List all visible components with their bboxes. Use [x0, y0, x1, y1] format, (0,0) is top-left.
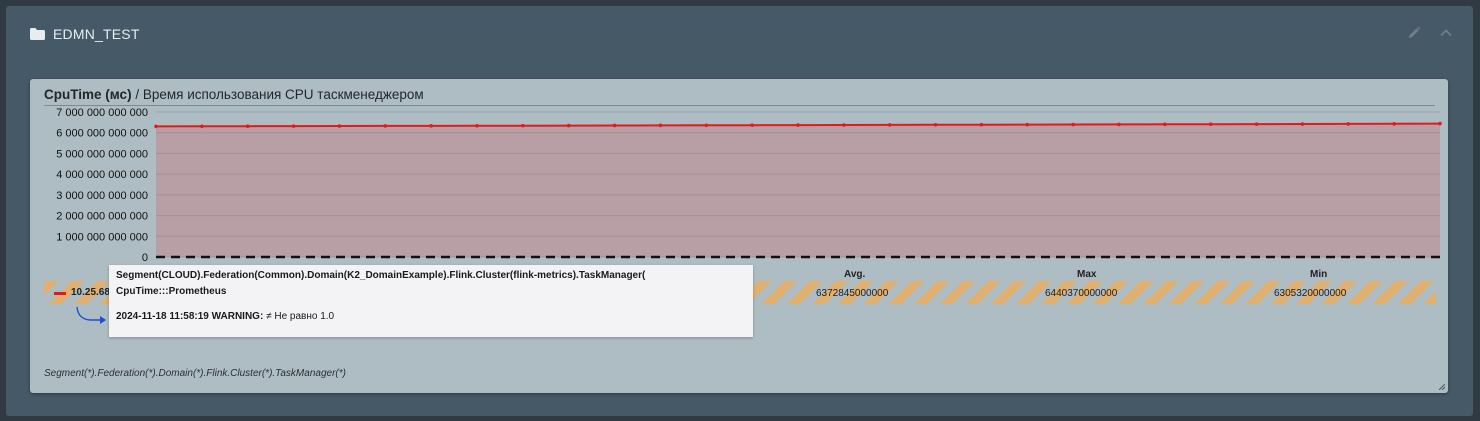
data-point[interactable]: [521, 123, 525, 128]
y-axis-ticks: 7 000 000 000 000 6 000 000 000 000 5 000 …: [56, 107, 148, 264]
tooltip-metric: CpuTime:::Prometheus: [116, 286, 227, 297]
group-title: EDMN_TEST: [53, 26, 140, 42]
data-point[interactable]: [933, 123, 938, 127]
data-point[interactable]: [612, 123, 617, 128]
data-point[interactable]: [1438, 121, 1442, 126]
data-point[interactable]: [704, 123, 709, 128]
data-point[interactable]: [1071, 122, 1075, 127]
y-tick-label: 4 000 000 000 000: [56, 169, 148, 181]
series-color-marker: [54, 292, 66, 295]
y-tick-label: 2 000 000 000 000: [56, 211, 148, 223]
legend-max-value: 6440370000000: [1045, 288, 1118, 299]
series-area: [156, 123, 1440, 257]
tooltip-warning-condition: ≠ Не равно 1.0: [263, 311, 335, 322]
panel-title-description: / Время использования CPU таскменеджером: [131, 87, 424, 102]
legend-min-value: 6305320000000: [1274, 288, 1347, 299]
data-point[interactable]: [750, 123, 754, 127]
tooltip-path-text: Segment(CLOUD).Federation(Common).Domain…: [116, 270, 646, 281]
col-header-min[interactable]: Min: [1310, 269, 1327, 280]
data-point[interactable]: [429, 124, 433, 128]
data-point[interactable]: [1208, 122, 1213, 127]
pencil-icon[interactable]: [1407, 26, 1421, 40]
data-point[interactable]: [1254, 122, 1259, 126]
metric-path-footer: Segment(*).Federation(*).Domain(*).Flink…: [44, 368, 346, 379]
data-point[interactable]: [566, 123, 571, 128]
data-point[interactable]: [154, 124, 158, 129]
group-header[interactable]: EDMN_TEST: [30, 26, 140, 42]
data-point[interactable]: [1300, 122, 1305, 126]
data-point[interactable]: [1392, 122, 1396, 126]
dashboard-group: EDMN_TEST CpuTime (мс) / Время использов…: [6, 6, 1473, 416]
legend-avg-value: 6372845000000: [816, 288, 889, 299]
data-point[interactable]: [887, 123, 892, 127]
data-point[interactable]: [200, 124, 204, 129]
y-tick-label: 7 000 000 000 000: [56, 107, 148, 119]
data-point[interactable]: [1346, 122, 1351, 126]
area-chart[interactable]: 7 000 000 000 000 6 000 000 000 000 5 000 …: [30, 106, 1448, 266]
chevron-up-icon[interactable]: [1439, 26, 1453, 40]
panel-title: CpuTime (мс) / Время использования CPU т…: [44, 87, 424, 102]
data-point[interactable]: [383, 124, 388, 128]
data-point[interactable]: [475, 123, 479, 128]
panel-title-metric: CpuTime (мс): [44, 87, 132, 102]
legend-series-name[interactable]: 10.25.68: [71, 287, 110, 298]
tooltip-pointer-arrow: [76, 306, 106, 324]
data-point[interactable]: [1025, 122, 1030, 127]
tooltip-warning: 2024-11-18 11:58:19 WARNING: ≠ Не равно …: [116, 311, 334, 322]
y-tick-label: 1 000 000 000 000: [56, 231, 148, 243]
data-point[interactable]: [245, 124, 250, 129]
chart-panel: CpuTime (мс) / Время использования CPU т…: [30, 79, 1448, 393]
y-tick-label: 6 000 000 000 000: [56, 128, 148, 140]
y-tick-label: 5 000 000 000 000: [56, 148, 148, 160]
col-header-max[interactable]: Max: [1077, 269, 1096, 280]
resize-handle-icon[interactable]: [1439, 384, 1445, 390]
folder-icon: [30, 28, 45, 40]
data-point[interactable]: [1117, 122, 1121, 127]
data-point[interactable]: [337, 124, 342, 128]
data-point[interactable]: [796, 123, 800, 127]
data-point[interactable]: [291, 124, 296, 128]
series-tooltip: Segment(CLOUD).Federation(Common).Domain…: [109, 265, 753, 337]
col-header-avg[interactable]: Avg.: [844, 269, 865, 280]
data-point[interactable]: [658, 123, 663, 128]
data-point[interactable]: [1163, 122, 1167, 127]
tooltip-path: Segment(CLOUD).Federation(Common).Domain…: [116, 270, 645, 281]
tooltip-warning-time: 2024-11-18 11:58:19 WARNING:: [116, 311, 264, 322]
y-tick-label: 0: [142, 252, 148, 264]
data-point[interactable]: [979, 122, 984, 127]
data-point[interactable]: [842, 123, 846, 127]
y-tick-label: 3 000 000 000 000: [56, 190, 148, 202]
